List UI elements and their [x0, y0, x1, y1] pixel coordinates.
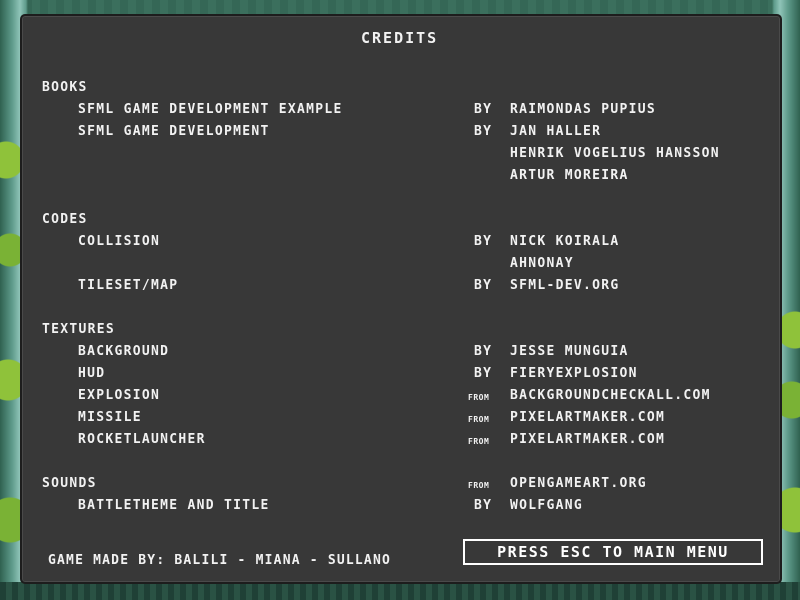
credit-connector: BY	[474, 278, 493, 293]
credit-author: JESSE MUNGUIA	[510, 344, 629, 359]
credit-author: WOLFGANG	[510, 498, 584, 513]
credit-connector: BY	[474, 102, 493, 117]
credit-author: PIXELARTMAKER.COM	[510, 432, 666, 447]
credit-author: HENRIK VOGELIUS HANSSON	[510, 146, 720, 161]
credit-author: RAIMONDAS PUPIUS	[510, 102, 657, 117]
main-menu-button[interactable]: PRESS ESC TO MAIN MENU	[463, 539, 763, 565]
credits-title: CREDITS	[361, 29, 439, 47]
credit-item: TILESET/MAP	[78, 278, 179, 293]
credit-item: BATTLETHEME AND TITLE	[78, 498, 270, 513]
credit-connector: FROM	[468, 437, 490, 446]
credit-item: EXPLOSION	[78, 388, 161, 403]
credit-item: BACKGROUND	[78, 344, 170, 359]
credit-author: JAN HALLER	[510, 124, 602, 139]
credit-connector: BY	[474, 234, 493, 249]
credit-item: ROCKETLAUNCHER	[78, 432, 206, 447]
credit-author: OPENGAMEART.ORG	[510, 476, 647, 491]
credit-item: MISSILE	[78, 410, 142, 425]
credit-author: AHNONAY	[510, 256, 574, 271]
credit-item: SFML GAME DEVELOPMENT EXAMPLE	[78, 102, 343, 117]
credit-connector: FROM	[468, 481, 490, 490]
credit-item: COLLISION	[78, 234, 161, 249]
ground-strip	[0, 582, 800, 600]
section-heading-books: BOOKS	[42, 80, 88, 95]
credit-connector: FROM	[468, 415, 490, 424]
section-heading-codes: CODES	[42, 212, 88, 227]
credit-author: NICK KOIRALA	[510, 234, 620, 249]
section-heading-textures: TEXTURES	[42, 322, 116, 337]
credit-item: HUD	[78, 366, 106, 381]
credit-author: BACKGROUNDCHECKALL.COM	[510, 388, 711, 403]
credit-connector: BY	[474, 124, 493, 139]
credit-connector: BY	[474, 366, 493, 381]
game-made-by-text: GAME MADE BY: BALILI - MIANA - SULLANO	[48, 553, 392, 568]
credit-connector: BY	[474, 498, 493, 513]
credit-author: PIXELARTMAKER.COM	[510, 410, 666, 425]
credit-connector: BY	[474, 344, 493, 359]
credit-connector: FROM	[468, 393, 490, 402]
credit-author: ARTUR MOREIRA	[510, 168, 629, 183]
credit-author: SFML-DEV.ORG	[510, 278, 620, 293]
credit-item: SFML GAME DEVELOPMENT	[78, 124, 270, 139]
section-heading-sounds: SOUNDS	[42, 476, 97, 491]
credit-author: FIERYEXPLOSION	[510, 366, 638, 381]
